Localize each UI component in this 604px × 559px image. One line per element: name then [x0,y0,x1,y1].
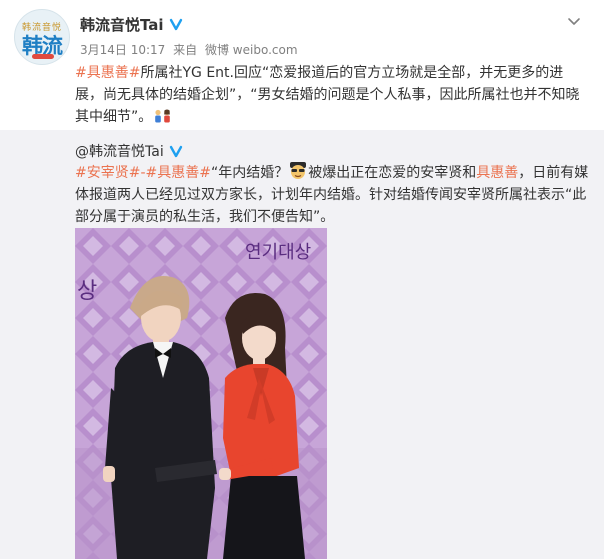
repost-text: #安宰贤#-#具惠善#“年内结婚？ 被爆出正在恋爱的安宰贤和具惠善，日前有媒体报… [75,161,590,228]
post-photo[interactable]: 연기대상 상 [75,228,327,559]
post-text: #具惠善#所属社YG Ent.回应“恋爱报道后的官方立场就是全部，并无更多的进展… [75,62,590,128]
avatar[interactable]: 韩流音悦 韩流 [14,9,70,65]
post-meta: 3月14日 10:17 来自 微博 weibo.com [80,41,302,58]
post-date[interactable]: 3月14日 10:17 [80,43,165,57]
repost-box[interactable]: @韩流音悦Tai #安宰贤#-#具惠善#“年内结婚？ 被爆出正在恋爱的安宰贤和具… [0,130,604,559]
topic-link[interactable]: #具惠善# [75,65,140,81]
verified-v-icon[interactable] [169,144,183,158]
repost-part1: “年内结婚？ [211,165,289,181]
repost-author-row: @韩流音悦Tai [75,141,183,161]
chevron-down-icon[interactable] [566,13,582,29]
topic-link-koo[interactable]: #具惠善# [146,165,211,181]
repost-part2: 被爆出正在恋爱的安宰贤和 [308,165,477,181]
source-prefix: 来自 [173,43,198,57]
backdrop-text-2: 상 [77,279,97,304]
post-body: 所属社YG Ent.回应“恋爱报道后的官方立场就是全部，并无更多的进展，尚无具体… [75,65,580,125]
backdrop-text-1: 연기대상 [245,242,311,263]
weibo-post-card: 韩流音悦 韩流 韩流音悦Tai 3月14日 10:17 来自 微博 weibo.… [0,0,604,559]
photo-illustration: 연기대상 상 [75,228,327,559]
couple-emoji-icon [155,109,171,123]
name-link-koo[interactable]: 具惠善 [476,165,518,181]
avatar-logo-bar [32,54,54,59]
topic-link-ahn[interactable]: #安宰贤# [75,165,140,181]
sunglasses-emoji-icon [290,162,307,179]
author-row: 韩流音悦Tai [80,13,183,35]
repost-author[interactable]: @韩流音悦Tai [75,141,164,161]
verified-v-icon[interactable] [169,17,183,31]
author-name[interactable]: 韩流音悦Tai [80,14,164,35]
post-header: 韩流音悦 韩流 韩流音悦Tai 3月14日 10:17 来自 微博 weibo.… [14,9,594,69]
post-source[interactable]: 微博 weibo.com [205,43,298,57]
